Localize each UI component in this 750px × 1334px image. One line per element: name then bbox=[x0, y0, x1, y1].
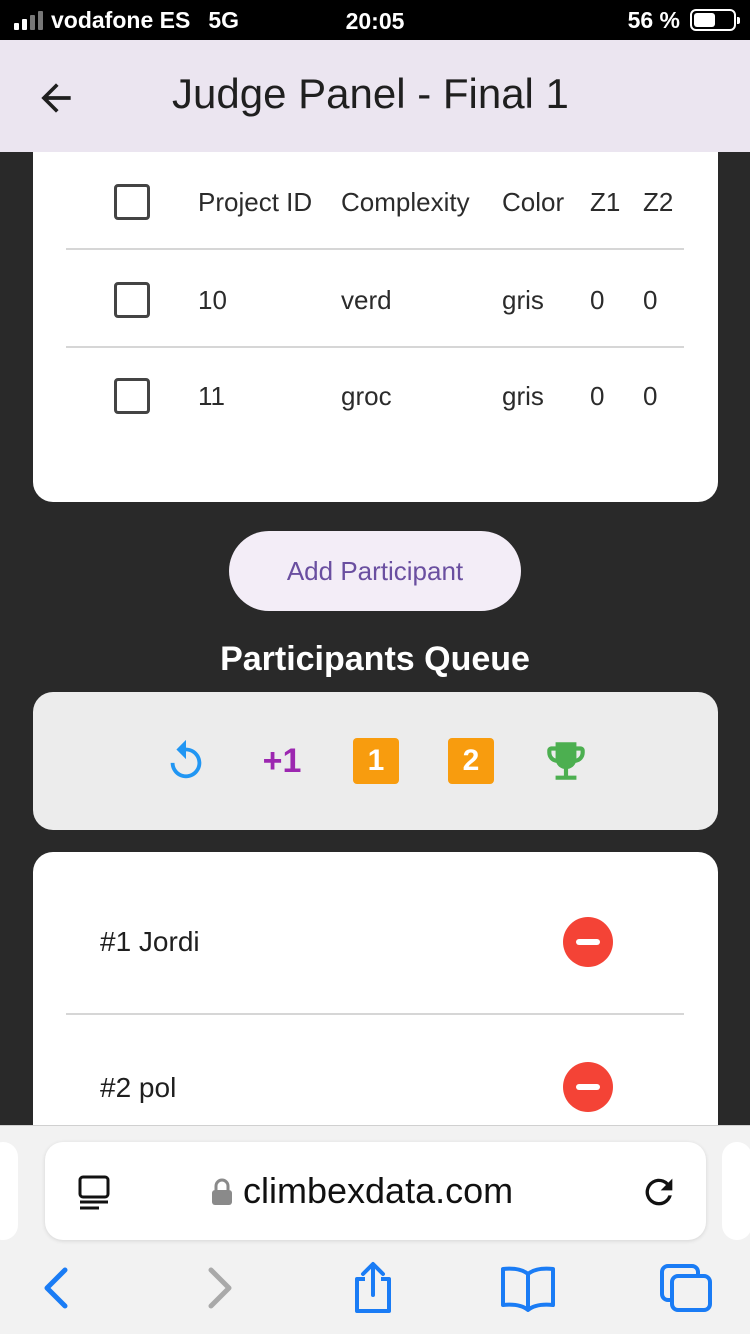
projects-table-card: Project ID Complexity Color Z1 Z2 10 ver… bbox=[33, 152, 718, 502]
reader-icon bbox=[78, 1175, 110, 1210]
header-complexity: Complexity bbox=[341, 186, 470, 217]
address-bar[interactable]: climbexdata.com bbox=[45, 1142, 706, 1240]
back-button[interactable] bbox=[34, 76, 78, 120]
queue-toolbar: +1 1 2 bbox=[33, 692, 718, 830]
plus-one-label: +1 bbox=[262, 741, 302, 780]
header-z1: Z1 bbox=[590, 186, 621, 217]
next-tab-peek[interactable] bbox=[722, 1142, 750, 1240]
cell-complexity: verd bbox=[341, 284, 392, 315]
cell-color: gris bbox=[502, 380, 544, 411]
cell-project-id: 10 bbox=[198, 284, 227, 315]
header-color: Color bbox=[502, 186, 565, 217]
header-project-id: Project ID bbox=[198, 186, 313, 217]
top-button[interactable] bbox=[541, 736, 591, 786]
cell-color: gris bbox=[502, 284, 544, 315]
cell-project-id: 11 bbox=[198, 380, 225, 411]
status-bar: vodafone ES 5G 20:05 56 % bbox=[0, 0, 750, 40]
tabs-button[interactable] bbox=[656, 1258, 716, 1318]
book-icon bbox=[501, 1266, 555, 1312]
table-row[interactable]: 11 groc gris 0 0 bbox=[66, 348, 684, 444]
content-area[interactable]: Project ID Complexity Color Z1 Z2 10 ver… bbox=[0, 152, 750, 1125]
browser-back-button[interactable] bbox=[27, 1258, 87, 1318]
row-checkbox[interactable] bbox=[114, 378, 150, 414]
reload-button[interactable] bbox=[639, 1172, 679, 1212]
arrow-left-icon bbox=[41, 83, 71, 113]
reader-mode-button[interactable] bbox=[75, 1172, 115, 1212]
add-participant-button[interactable]: Add Participant bbox=[229, 531, 521, 611]
chevron-right-icon bbox=[208, 1267, 232, 1309]
app-bar: Judge Panel - Final 1 bbox=[0, 40, 750, 152]
participant-label: #1 Jordi bbox=[100, 926, 200, 957]
battery-fill bbox=[694, 13, 716, 27]
browser-toolbar: climbexdata.com bbox=[0, 1125, 750, 1334]
remove-participant-button[interactable] bbox=[563, 917, 613, 967]
number-one-badge-icon: 1 bbox=[353, 738, 399, 784]
select-all-checkbox[interactable] bbox=[114, 184, 150, 220]
cell-z1: 0 bbox=[590, 284, 605, 315]
trophy-icon bbox=[547, 742, 585, 780]
battery-icon bbox=[690, 9, 740, 31]
remove-participant-button[interactable] bbox=[563, 1062, 613, 1112]
chevron-left-icon bbox=[44, 1267, 68, 1309]
participant-label: #2 pol bbox=[100, 1071, 177, 1103]
browser-nav-row bbox=[0, 1258, 750, 1318]
browser-forward-button[interactable] bbox=[189, 1258, 249, 1318]
undo-icon bbox=[170, 739, 202, 779]
share-button[interactable] bbox=[343, 1258, 403, 1318]
undo-button[interactable] bbox=[161, 736, 211, 786]
table-header-row: Project ID Complexity Color Z1 Z2 bbox=[66, 154, 684, 250]
bookmarks-button[interactable] bbox=[498, 1258, 558, 1318]
reload-icon bbox=[645, 1178, 673, 1206]
zone-one-button[interactable]: 1 bbox=[351, 736, 401, 786]
battery-percent: 56 % bbox=[627, 6, 680, 33]
plus-one-button[interactable]: +1 bbox=[257, 736, 307, 786]
cell-z2: 0 bbox=[643, 380, 658, 411]
queue-title: Participants Queue bbox=[220, 640, 530, 678]
cell-z2: 0 bbox=[643, 284, 658, 315]
zone-two-button[interactable]: 2 bbox=[446, 736, 496, 786]
status-right: 56 % bbox=[627, 0, 740, 40]
number-two-badge-icon: 2 bbox=[448, 738, 494, 784]
url-text: climbexdata.com bbox=[243, 1170, 514, 1211]
previous-tab-peek[interactable] bbox=[0, 1142, 18, 1240]
table-row[interactable]: 10 verd gris 0 0 bbox=[66, 252, 684, 348]
row-checkbox[interactable] bbox=[114, 282, 150, 318]
page-title: Judge Panel - Final 1 bbox=[172, 70, 569, 117]
share-icon bbox=[355, 1262, 391, 1313]
list-item[interactable]: #2 pol bbox=[66, 1015, 684, 1125]
header-z2: Z2 bbox=[643, 186, 674, 217]
cell-complexity: groc bbox=[341, 380, 392, 411]
participants-queue-list: #1 Jordi #2 pol bbox=[33, 852, 718, 1125]
cell-z1: 0 bbox=[590, 380, 605, 411]
lock-icon bbox=[212, 1178, 232, 1205]
list-item[interactable]: #1 Jordi bbox=[66, 872, 684, 1015]
tabs-icon bbox=[660, 1264, 712, 1312]
